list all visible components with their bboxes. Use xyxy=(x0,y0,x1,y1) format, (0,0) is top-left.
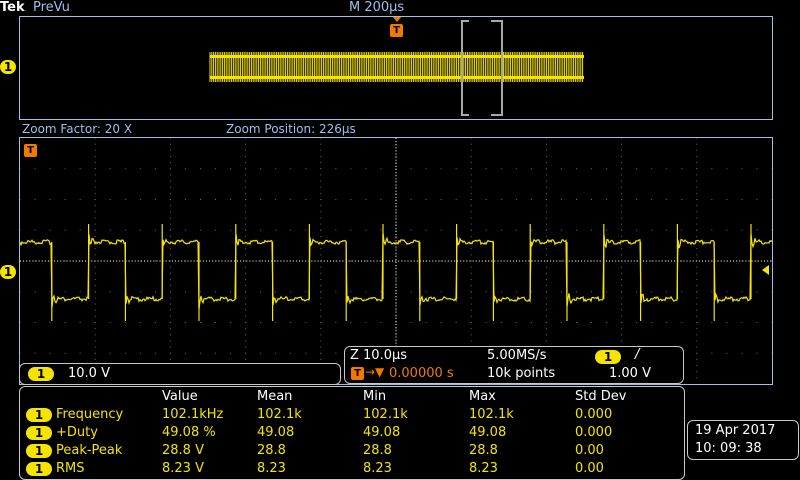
meas-min: 8.23 xyxy=(363,461,392,476)
trigger-position-value: 0.00000 s xyxy=(389,366,454,381)
channel-scale-value: 10.0 V xyxy=(68,366,110,381)
measurement-row-rms[interactable]: 1 RMS 8.23 V 8.23 8.23 8.23 0.00 xyxy=(20,461,684,479)
display-mode-label: PreVu xyxy=(33,0,70,15)
meas-name: RMS xyxy=(56,461,85,476)
meas-max: 8.23 xyxy=(469,461,498,476)
overview-high-band xyxy=(210,55,584,58)
meas-header-mean: Mean xyxy=(257,389,293,404)
trigger-source-badge: 1 xyxy=(595,350,621,364)
meas-header-max: Max xyxy=(469,389,496,404)
clock-time: 10: 09: 38 xyxy=(695,441,762,456)
zoom-trigger-marker[interactable]: T xyxy=(24,144,37,157)
meas-std-dev: 0.00 xyxy=(575,461,604,476)
meas-channel-badge: 1 xyxy=(26,426,52,440)
meas-max: 49.08 xyxy=(469,425,507,440)
measurement-row-frequency[interactable]: 1 Frequency 102.1kHz 102.1k 102.1k 102.1… xyxy=(20,407,684,425)
clock-panel: 19 Apr 2017 10: 09: 38 xyxy=(687,420,799,460)
meas-mean: 8.23 xyxy=(257,461,286,476)
meas-value: 8.23 V xyxy=(162,461,204,476)
meas-header-std-dev: Std Dev xyxy=(575,389,627,404)
meas-max: 28.8 xyxy=(469,443,498,458)
measurement-row-peak-peak[interactable]: 1 Peak-Peak 28.8 V 28.8 28.8 28.8 0.00 xyxy=(20,443,684,461)
acquisition-panel[interactable]: Z 10.0µs 5.00MS/s 1 / T →▼ 0.00000 s 10k… xyxy=(344,346,684,384)
meas-value: 102.1kHz xyxy=(162,407,224,422)
meas-channel-badge: 1 xyxy=(26,462,52,476)
meas-std-dev: 0.000 xyxy=(575,407,613,422)
trigger-slope-icon: / xyxy=(635,347,640,362)
meas-min: 102.1k xyxy=(363,407,408,422)
meas-max: 102.1k xyxy=(469,407,514,422)
measurements-panel[interactable]: Value Mean Min Max Std Dev 1 Frequency 1… xyxy=(19,386,685,480)
sample-rate: 5.00MS/s xyxy=(487,348,547,363)
meas-name: Frequency xyxy=(56,407,124,422)
meas-min: 49.08 xyxy=(363,425,401,440)
meas-name: Peak-Peak xyxy=(56,443,123,458)
meas-header-min: Min xyxy=(363,389,387,404)
zoom-factor-label: Zoom Factor: 20 X xyxy=(22,122,133,136)
meas-std-dev: 0.00 xyxy=(575,443,604,458)
record-length: 10k points xyxy=(487,366,556,381)
channel-scale-panel[interactable]: 1 10.0 V xyxy=(19,363,341,385)
meas-mean: 49.08 xyxy=(257,425,295,440)
meas-mean: 102.1k xyxy=(257,407,302,422)
overview-waveform-window[interactable] xyxy=(19,16,773,120)
clock-date: 19 Apr 2017 xyxy=(695,423,776,438)
trigger-arrow-icon: →▼ xyxy=(365,365,385,379)
overview-low-band xyxy=(210,76,584,79)
overview-channel-marker[interactable]: 1 xyxy=(0,60,16,74)
zoom-timebase: Z 10.0µs xyxy=(350,348,408,363)
trigger-t-icon: T xyxy=(351,367,364,380)
meas-min: 28.8 xyxy=(363,443,392,458)
zoom-position-label: Zoom Position: 226µs xyxy=(226,122,356,136)
meas-value: 28.8 V xyxy=(162,443,204,458)
meas-channel-badge: 1 xyxy=(26,444,52,458)
zoom-box[interactable] xyxy=(461,20,503,116)
timebase-label: M 200µs xyxy=(349,0,405,15)
meas-name: +Duty xyxy=(56,425,98,440)
meas-header-value: Value xyxy=(162,389,198,404)
overview-waveform xyxy=(209,52,584,82)
meas-channel-badge: 1 xyxy=(26,408,52,422)
measurement-row-duty[interactable]: 1 +Duty 49.08 % 49.08 49.08 49.08 0.000 xyxy=(20,425,684,443)
brand-logo: Tek xyxy=(0,0,25,15)
zoom-channel-ground-marker[interactable]: 1 xyxy=(0,265,16,279)
trigger-level: 1.00 V xyxy=(609,366,651,381)
meas-std-dev: 0.000 xyxy=(575,425,613,440)
meas-value: 49.08 % xyxy=(162,425,216,440)
trigger-level-arrow-icon[interactable] xyxy=(762,265,769,275)
meas-mean: 28.8 xyxy=(257,443,286,458)
channel-badge: 1 xyxy=(28,367,54,381)
